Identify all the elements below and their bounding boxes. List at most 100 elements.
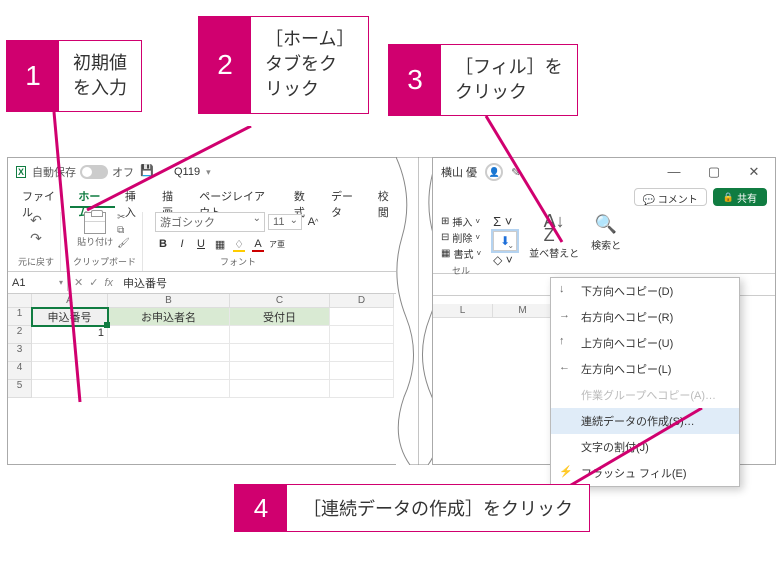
cell-C3[interactable] xyxy=(230,344,330,362)
titlebar-right: 横山 優 👤 ― ▢ ✕ xyxy=(433,158,775,186)
fill-series-item[interactable]: 連続データの作成(S)… xyxy=(551,408,739,434)
cell-B2[interactable] xyxy=(108,326,230,344)
cancel-formula-icon[interactable]: ✕ xyxy=(74,276,83,289)
tab-draw[interactable]: 描画 xyxy=(154,186,189,208)
cell-B3[interactable] xyxy=(108,344,230,362)
find-select-button[interactable]: 🔍 検索と xyxy=(591,214,621,269)
autosum-button[interactable]: Σ ˅ xyxy=(493,214,517,229)
format-painter-button[interactable] xyxy=(117,238,132,249)
maximize-button[interactable]: ▢ xyxy=(701,164,727,180)
font-size-select[interactable]: 11 xyxy=(268,214,302,230)
tab-file[interactable]: ファイル xyxy=(14,186,68,208)
docname-dropdown-icon[interactable]: ▾ xyxy=(206,167,211,178)
toggle-off[interactable] xyxy=(80,165,108,179)
font-color-button[interactable]: A xyxy=(250,236,266,252)
insert-cells-label[interactable]: 挿入 xyxy=(452,214,472,229)
cell-B1[interactable]: お申込者名 xyxy=(108,308,230,326)
tab-formulas[interactable]: 数式 xyxy=(286,186,321,208)
row-header-4[interactable]: 4 xyxy=(8,362,32,380)
name-box[interactable]: A1 xyxy=(8,275,68,291)
font-name-select[interactable]: 游ゴシック xyxy=(155,212,265,232)
fill-color-button[interactable]: ♢ xyxy=(231,236,247,252)
col-header-A[interactable]: A xyxy=(32,294,108,308)
row-header-3[interactable]: 3 xyxy=(8,344,32,362)
tab-insert[interactable]: 挿入 xyxy=(117,186,152,208)
cell-A3[interactable] xyxy=(32,344,108,362)
save-icon[interactable]: 💾 xyxy=(140,164,156,180)
clear-button[interactable]: ◇ ˅ xyxy=(493,253,517,267)
cell-C4[interactable] xyxy=(230,362,330,380)
col-header-L[interactable]: L xyxy=(433,304,493,318)
bold-button[interactable]: B xyxy=(155,236,171,252)
cell-B5[interactable] xyxy=(108,380,230,398)
fill-left-item[interactable]: ←左方向へコピー(L) xyxy=(551,356,739,382)
enter-formula-icon[interactable]: ✓ xyxy=(89,276,98,289)
minimize-button[interactable]: ― xyxy=(661,164,687,180)
comment-button[interactable]: 💬 コメント xyxy=(634,188,707,206)
down-arrow-icon: ↓ xyxy=(559,283,565,295)
cell-D5[interactable] xyxy=(330,380,394,398)
row-header-5[interactable]: 5 xyxy=(8,380,32,398)
format-cells-icon[interactable]: ▦ xyxy=(441,248,450,259)
fill-group-item: 作業グループへコピー(A)… xyxy=(551,382,739,408)
clipboard-group: 貼り付け クリップボード xyxy=(67,212,143,271)
formula-input[interactable]: 申込番号 xyxy=(119,273,411,293)
col-header-B[interactable]: B xyxy=(108,294,230,308)
cell-D3[interactable] xyxy=(330,344,394,362)
fill-flash-item[interactable]: ⚡フラッシュ フィル(E) xyxy=(551,460,739,486)
delete-cells-icon[interactable]: ⊟ xyxy=(441,232,449,243)
cell-C5[interactable] xyxy=(230,380,330,398)
cell-D1[interactable] xyxy=(330,308,394,326)
cell-A2[interactable]: 1 xyxy=(32,326,108,344)
tab-home[interactable]: ホーム xyxy=(70,186,115,208)
titlebar-left: 自動保存 オフ 💾 Q119 ▾ xyxy=(8,158,411,186)
pen-mode-icon[interactable] xyxy=(511,166,520,179)
sort-filter-button[interactable]: A↓Z 並べ替えと xyxy=(529,214,579,269)
tab-data[interactable]: データ xyxy=(323,186,368,208)
autosave-toggle[interactable]: 自動保存 オフ xyxy=(32,164,134,180)
select-all-corner[interactable] xyxy=(8,294,32,308)
cell-A1[interactable]: 申込番号 xyxy=(32,308,108,326)
col-header-C[interactable]: C xyxy=(230,294,330,308)
fill-justify-item[interactable]: 文字の割付(J) xyxy=(551,434,739,460)
cell-B4[interactable] xyxy=(108,362,230,380)
border-button[interactable]: ▦ xyxy=(212,236,228,252)
grow-font-button[interactable]: A^ xyxy=(305,214,321,230)
copy-button[interactable] xyxy=(117,225,132,236)
close-button[interactable]: ✕ xyxy=(741,164,767,180)
italic-button[interactable]: I xyxy=(174,236,190,252)
cell-A4[interactable] xyxy=(32,362,108,380)
spreadsheet-grid-left[interactable]: A B C D 1 申込番号 お申込者名 受付日 2 1 3 4 5 xyxy=(8,294,411,398)
row-header-1[interactable]: 1 xyxy=(8,308,32,326)
callout-3: 3 ［フィル］をクリック xyxy=(388,44,578,116)
tab-layout[interactable]: ページレイアウト xyxy=(191,186,284,208)
fill-button[interactable]: ⬇ xyxy=(493,231,517,251)
avatar-icon[interactable]: 👤 xyxy=(485,163,503,181)
clipboard-group-label: クリップボード xyxy=(73,255,136,269)
right-arrow-icon: → xyxy=(559,309,570,321)
ribbon-right: ⊞挿入 ˅ ⊟削除 ˅ ▦書式 ˅ セル Σ ˅ ⬇ ◇ ˅ A↓Z 並べ替えと… xyxy=(433,210,775,274)
col-header-M[interactable]: M xyxy=(493,304,553,318)
cell-A5[interactable] xyxy=(32,380,108,398)
phonetic-button[interactable]: ア亜 xyxy=(269,236,285,252)
format-cells-label[interactable]: 書式 xyxy=(453,246,473,261)
cell-D2[interactable] xyxy=(330,326,394,344)
paste-button[interactable]: 貼り付け xyxy=(77,212,113,248)
fx-icon[interactable]: fx xyxy=(104,277,113,289)
fill-down-item[interactable]: ↓下方向へコピー(D) xyxy=(551,278,739,304)
delete-cells-label[interactable]: 削除 xyxy=(452,230,472,245)
undo-icon[interactable]: ↶ xyxy=(30,212,42,229)
cell-D4[interactable] xyxy=(330,362,394,380)
share-button[interactable]: 共有 xyxy=(713,188,767,206)
cell-C2[interactable] xyxy=(230,326,330,344)
col-header-D[interactable]: D xyxy=(330,294,394,308)
search-icon: 🔍 xyxy=(595,214,617,235)
row-header-2[interactable]: 2 xyxy=(8,326,32,344)
cut-button[interactable] xyxy=(117,212,132,223)
underline-button[interactable]: U xyxy=(193,236,209,252)
fill-right-item[interactable]: →右方向へコピー(R) xyxy=(551,304,739,330)
fill-up-item[interactable]: ↑上方向へコピー(U) xyxy=(551,330,739,356)
insert-cells-icon[interactable]: ⊞ xyxy=(441,216,449,227)
redo-icon[interactable]: ↷ xyxy=(30,230,42,247)
cell-C1[interactable]: 受付日 xyxy=(230,308,330,326)
